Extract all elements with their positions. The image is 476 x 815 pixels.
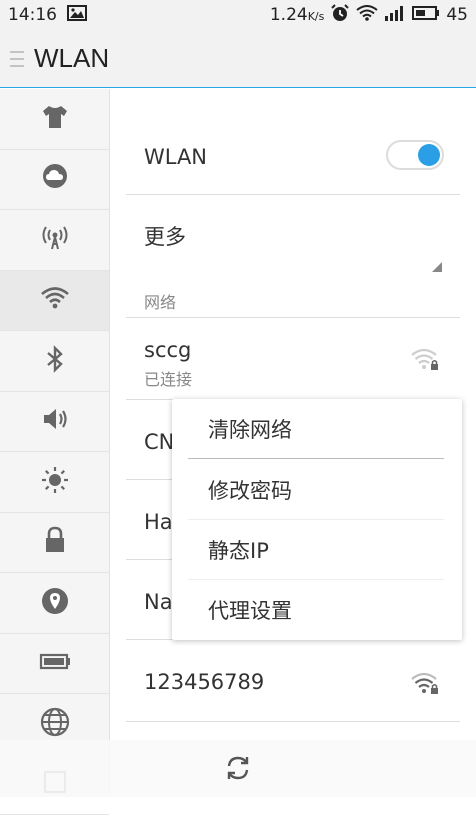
settings-sidebar bbox=[0, 89, 110, 797]
sidebar-item-cloud[interactable] bbox=[0, 150, 109, 211]
image-notification-icon bbox=[67, 5, 87, 26]
sidebar-item-wlan[interactable] bbox=[0, 271, 109, 332]
menu-item-static-ip[interactable]: 静态IP bbox=[188, 520, 444, 580]
location-icon bbox=[39, 585, 71, 621]
sidebar-item-display[interactable] bbox=[0, 452, 109, 513]
sidebar-item-bluetooth[interactable] bbox=[0, 331, 109, 392]
secured-wifi-icon bbox=[410, 670, 442, 696]
shirt-icon bbox=[39, 101, 71, 137]
network-name: Na bbox=[144, 590, 173, 614]
more-row[interactable]: 更多 bbox=[126, 195, 460, 270]
battery-icon bbox=[39, 645, 71, 681]
sidebar-item-hotspot[interactable] bbox=[0, 210, 109, 271]
wifi-status-icon bbox=[356, 5, 378, 26]
alarm-icon bbox=[330, 3, 350, 28]
hotspot-icon bbox=[39, 222, 71, 258]
speaker-icon bbox=[39, 403, 71, 439]
network-name: 123456789 bbox=[144, 670, 264, 694]
sidebar-item-battery[interactable] bbox=[0, 634, 109, 695]
sidebar-item-security[interactable] bbox=[0, 513, 109, 574]
sidebar-item-location[interactable] bbox=[0, 573, 109, 634]
wifi-icon bbox=[39, 282, 71, 318]
toggle-knob bbox=[418, 144, 440, 166]
network-name: sccg bbox=[144, 338, 191, 362]
status-time: 14:16 bbox=[8, 5, 57, 25]
wlan-toggle[interactable] bbox=[386, 140, 444, 170]
network-row[interactable]: 123456789 bbox=[126, 640, 460, 722]
wlan-label: WLAN bbox=[144, 145, 207, 169]
sidebar-item-theme[interactable] bbox=[0, 89, 109, 150]
brightness-icon bbox=[39, 464, 71, 500]
menu-item-proxy-settings[interactable]: 代理设置 bbox=[188, 580, 444, 640]
network-name: Ha bbox=[144, 510, 173, 534]
network-context-menu: 清除网络 修改密码 静态IP 代理设置 bbox=[172, 399, 462, 640]
sidebar-item-sound[interactable] bbox=[0, 392, 109, 453]
battery-status-icon bbox=[412, 5, 440, 26]
menu-item-forget-network[interactable]: 清除网络 bbox=[188, 399, 444, 459]
battery-level: 45 bbox=[446, 5, 468, 25]
more-label: 更多 bbox=[144, 221, 186, 251]
bluetooth-icon bbox=[39, 343, 71, 379]
app-header: WLAN bbox=[0, 30, 476, 88]
bottom-action-bar bbox=[0, 740, 476, 797]
signal-icon bbox=[384, 5, 406, 26]
page-title: WLAN bbox=[34, 43, 109, 74]
network-name: CN bbox=[144, 430, 174, 454]
cloud-icon bbox=[39, 161, 71, 197]
menu-icon[interactable] bbox=[0, 30, 34, 88]
network-row[interactable]: sccg 已连接 bbox=[126, 318, 460, 400]
network-speed: 1.24K/s bbox=[270, 5, 325, 25]
lock-icon bbox=[39, 524, 71, 560]
globe-icon bbox=[39, 706, 71, 742]
status-bar: 14:16 1.24K/s 45 bbox=[0, 0, 476, 30]
secured-wifi-icon bbox=[410, 346, 442, 372]
wlan-toggle-row[interactable]: WLAN bbox=[126, 125, 460, 195]
refresh-icon[interactable] bbox=[222, 752, 254, 788]
corner-arrow-icon bbox=[432, 257, 442, 276]
menu-item-change-password[interactable]: 修改密码 bbox=[188, 460, 444, 520]
networks-header: 网络 bbox=[144, 289, 176, 313]
network-status: 已连接 bbox=[144, 366, 192, 390]
